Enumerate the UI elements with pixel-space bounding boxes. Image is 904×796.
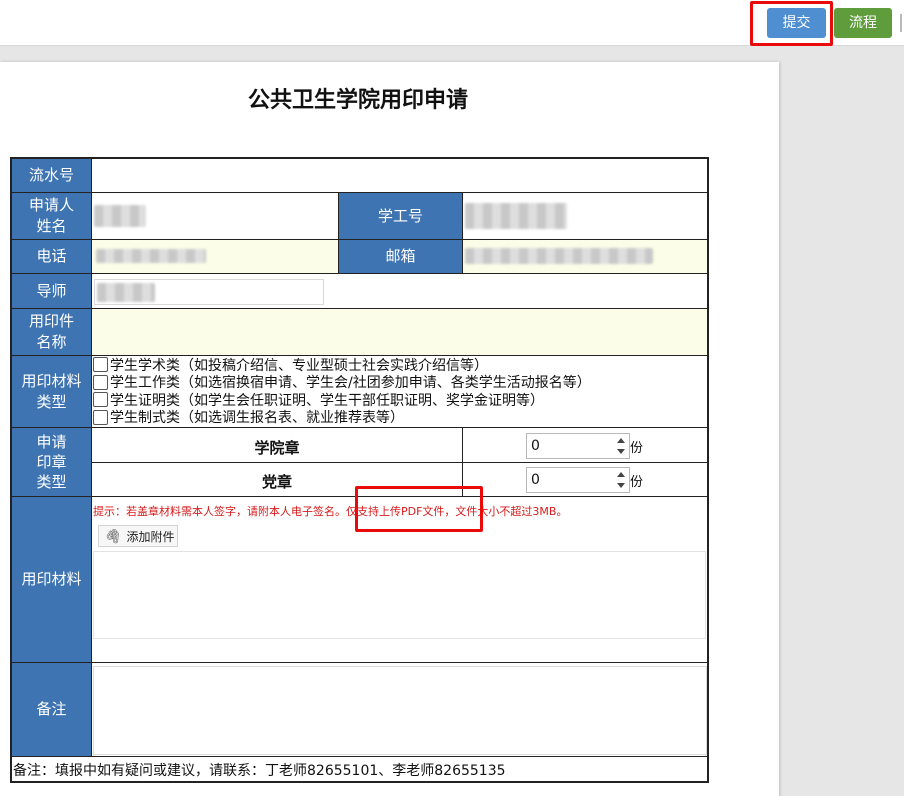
remarks-label: 备注 xyxy=(12,663,91,756)
redacted-name xyxy=(94,205,146,227)
redacted-tutor xyxy=(97,283,155,302)
stepper-arrows-icon[interactable] xyxy=(617,472,625,488)
seal-type-label: 申请 印章 类型 xyxy=(12,428,91,496)
material-label: 用印材料 xyxy=(12,497,91,662)
toolbar: 提交 流程 xyxy=(0,0,904,46)
option-academic[interactable]: 学生学术类（如投稿介绍信、专业型硕士社会实践介绍信等） xyxy=(93,356,591,374)
material-type-options: 学生学术类（如投稿介绍信、专业型硕士社会实践介绍信等） 学生工作类（如选宿换宿申… xyxy=(93,356,591,426)
checkbox[interactable] xyxy=(93,409,108,425)
tutor-input[interactable] xyxy=(94,279,324,305)
item-name-label: 用印件 名称 xyxy=(12,309,91,355)
college-seal-quantity-stepper[interactable]: 0 xyxy=(526,433,630,459)
application-form: 流水号 申请人 姓名 学工号 电话 邮箱 导师 用印件 名称 用印材料 类型 学… xyxy=(10,157,709,783)
option-work[interactable]: 学生工作类（如选宿换宿申请、学生会/社团参加申请、各类学生活动报名等） xyxy=(93,374,591,391)
item-name-field[interactable] xyxy=(92,309,707,355)
college-seal-unit: 份 xyxy=(630,441,644,456)
checkbox[interactable] xyxy=(93,374,108,390)
upload-hint: 提示：若盖章材料需本人签字，请附本人电子签名。仅支持上传PDF文件，文件大小不超… xyxy=(93,505,568,518)
redacted-student-id xyxy=(465,203,567,229)
email-field[interactable] xyxy=(463,240,707,273)
tutor-label: 导师 xyxy=(12,274,91,308)
party-seal-quantity-stepper[interactable]: 0 xyxy=(526,467,630,493)
submit-button[interactable]: 提交 xyxy=(767,8,826,38)
option-certificate[interactable]: 学生证明类（如学生会任职证明、学生干部任职证明、奖学金证明等） xyxy=(93,391,591,409)
redacted-email xyxy=(465,248,653,264)
phone-label: 电话 xyxy=(12,240,91,273)
option-standard-form[interactable]: 学生制式类（如选调生报名表、就业推荐表等） xyxy=(93,409,591,426)
pdf-only-highlight-box xyxy=(355,486,483,532)
party-seal-unit: 份 xyxy=(630,475,644,490)
form-title: 公共卫生学院用印申请 xyxy=(247,88,468,113)
applicant-name-label: 申请人 姓名 xyxy=(12,193,91,239)
checkbox[interactable] xyxy=(93,357,108,373)
email-label: 邮箱 xyxy=(339,240,462,273)
phone-field[interactable] xyxy=(92,240,338,273)
remarks-textarea[interactable] xyxy=(93,666,707,755)
student-id-label: 学工号 xyxy=(339,193,462,239)
flow-button[interactable]: 流程 xyxy=(834,8,892,38)
material-type-label: 用印材料 类型 xyxy=(12,356,91,427)
checkbox[interactable] xyxy=(93,392,108,408)
redacted-phone xyxy=(96,249,206,263)
applicant-name-field[interactable] xyxy=(92,193,338,239)
student-id-field[interactable] xyxy=(463,193,707,239)
serial-field[interactable] xyxy=(92,159,707,192)
contact-note: 备注：填报中如有疑问或建议，请联系：丁老师82655101、李老师8265513… xyxy=(13,763,506,779)
college-seal-name: 学院章 xyxy=(254,439,300,457)
attachment-drop-area[interactable] xyxy=(93,551,706,639)
add-attachment-button[interactable]: 🖇 添加附件 xyxy=(98,525,178,547)
stepper-arrows-icon[interactable] xyxy=(617,438,625,454)
serial-label: 流水号 xyxy=(12,159,91,192)
paperclip-icon: 🖇 xyxy=(102,526,124,546)
toolbar-divider xyxy=(900,14,902,32)
